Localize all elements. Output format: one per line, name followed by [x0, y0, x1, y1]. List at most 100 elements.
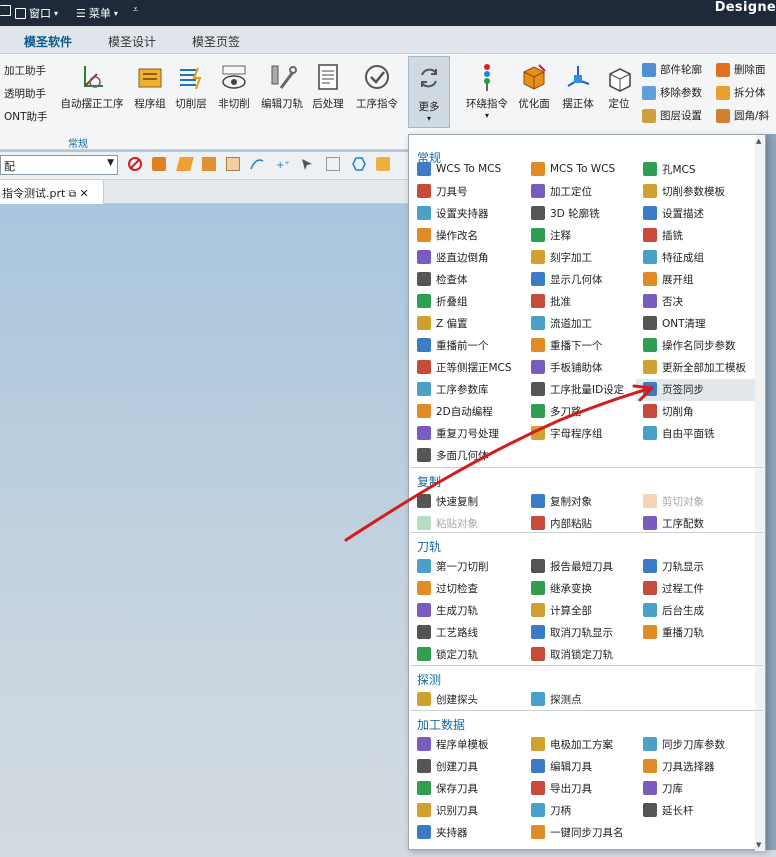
menu-scrollbar[interactable]: ▲ ▼ — [755, 135, 765, 851]
menu-item[interactable]: 创建探头 — [417, 689, 478, 709]
menu-item[interactable]: 重播刀轨 — [643, 622, 704, 642]
position-button[interactable]: 定位 — [602, 62, 636, 111]
menu-item[interactable]: 切削角 — [643, 401, 694, 421]
scroll-down-icon[interactable]: ▼ — [756, 841, 761, 849]
split-body-button[interactable]: 拆分体 — [716, 85, 766, 100]
menu-item[interactable]: 锁定刀轨 — [417, 644, 478, 664]
file-icon[interactable] — [0, 5, 11, 16]
menu-item[interactable]: 切削参数模板 — [643, 181, 725, 201]
menu-item[interactable]: 显示几何体 — [531, 269, 603, 289]
menu-item[interactable]: 后台生成 — [643, 600, 704, 620]
menu-item[interactable]: 剪切对象 — [643, 491, 704, 511]
curve-icon[interactable] — [250, 157, 264, 171]
tab-mosheng-tabs[interactable]: 模圣页签 — [192, 33, 240, 50]
menu-item[interactable]: 刀库 — [643, 778, 683, 798]
menu-item[interactable]: 粘贴对象 — [417, 513, 478, 533]
machining-assistant-button[interactable]: 加工助手 — [4, 63, 46, 78]
menu-item[interactable]: 导出刀具 — [531, 778, 592, 798]
close-icon[interactable]: ✕ — [79, 187, 88, 200]
menu-item[interactable]: 批准 — [531, 291, 571, 311]
menu-item[interactable]: 自由平面铣 — [643, 423, 715, 443]
menu-item[interactable]: 重复刀号处理 — [417, 423, 499, 443]
type-filter-dropdown[interactable]: 配 ▼ — [0, 155, 118, 175]
program-group-button[interactable]: 程序组 — [130, 62, 170, 111]
surround-command-button[interactable]: 环绕指令 ▾ — [462, 62, 512, 120]
menu-item[interactable]: 继承变换 — [531, 578, 592, 598]
sheet-body-icon[interactable] — [226, 157, 240, 171]
menu-item[interactable]: 程序单模板 — [417, 734, 489, 754]
auto-align-operation-button[interactable]: 自动摆正工序 — [60, 62, 124, 111]
menu-item[interactable]: 一键同步刀具名 — [531, 822, 624, 842]
layer-settings-button[interactable]: 图层设置 — [642, 108, 702, 123]
menu-item[interactable]: 操作名同步参数 — [643, 335, 736, 355]
menu-item[interactable]: 工艺路线 — [417, 622, 478, 642]
cut-levels-button[interactable]: 切削层 — [172, 62, 210, 111]
menu-item[interactable]: ONT清理 — [643, 313, 706, 333]
assembly-icon[interactable] — [376, 157, 390, 171]
operation-command-button[interactable]: 工序指令 — [352, 62, 402, 111]
menu-item[interactable]: WCS To MCS — [417, 159, 501, 179]
menu-item[interactable]: 内部粘贴 — [531, 513, 592, 533]
menu-item[interactable]: 取消锁定刀轨 — [531, 644, 613, 664]
menu-item[interactable]: Z 偏置 — [417, 313, 468, 333]
menu-item[interactable]: 过切检查 — [417, 578, 478, 598]
menu-item[interactable]: 探测点 — [531, 689, 582, 709]
menu-item[interactable]: 创建刀具 — [417, 756, 478, 776]
menu-item[interactable]: 加工定位 — [531, 181, 592, 201]
face-icon[interactable] — [176, 157, 194, 171]
menu-item[interactable]: 刀具选择器 — [643, 756, 715, 776]
menu-item[interactable]: 否决 — [643, 291, 683, 311]
no-entry-icon[interactable] — [128, 157, 142, 171]
delete-face-button[interactable]: 删除面 — [716, 62, 766, 77]
menu-item[interactable]: 展开组 — [643, 269, 694, 289]
menu-item[interactable]: 插铣 — [643, 225, 683, 245]
menu-item[interactable]: 识别刀具 — [417, 800, 478, 820]
file-tab[interactable]: 指令测试.prt ⧉ ✕ — [0, 180, 104, 204]
menu-item[interactable]: 手板铺助体 — [531, 357, 603, 377]
menu-item[interactable]: 刀具号 — [417, 181, 468, 201]
menu-item[interactable]: 设置描述 — [643, 203, 704, 223]
menu-item[interactable]: 复制对象 — [531, 491, 592, 511]
window-menu[interactable]: 窗口 ▾ — [15, 5, 58, 21]
menu-item[interactable]: 重播下一个 — [531, 335, 603, 355]
menu-item[interactable]: 注释 — [531, 225, 571, 245]
customize-quick-access-icon[interactable]: ⩡ — [133, 5, 138, 15]
menu-item[interactable]: 工序配数 — [643, 513, 704, 533]
menu-item[interactable]: 重播前一个 — [417, 335, 489, 355]
menu-item[interactable]: 特征成组 — [643, 247, 704, 267]
menu-item[interactable]: 刀柄 — [531, 800, 571, 820]
more-button[interactable]: 更多 ▾ — [408, 56, 450, 128]
menu-item[interactable]: 电极加工方案 — [531, 734, 613, 754]
menu-item[interactable]: 第一刀切削 — [417, 556, 489, 576]
menu-item[interactable]: 多面几何体 — [417, 445, 489, 465]
part-contour-button[interactable]: 部件轮廓 — [642, 62, 702, 77]
edit-toolpath-button[interactable]: 编辑刀轨 — [258, 62, 306, 111]
menu-item[interactable]: 页签同步 — [643, 379, 704, 399]
menu-item[interactable]: 过程工件 — [643, 578, 704, 598]
transparent-assistant-button[interactable]: 透明助手 — [4, 86, 46, 101]
tab-mosheng-software[interactable]: 模圣软件 — [11, 33, 85, 58]
menu-item[interactable]: 竖直边倒角 — [417, 247, 489, 267]
optimize-face-button[interactable]: 优化面 — [514, 62, 554, 111]
menu-item[interactable]: 夹持器 — [417, 822, 468, 842]
menu-item[interactable]: 计算全部 — [531, 600, 592, 620]
menu-item[interactable]: 设置夹持器 — [417, 203, 489, 223]
menu-item[interactable]: MCS To WCS — [531, 159, 615, 179]
menu-item[interactable]: 字母程序组 — [531, 423, 603, 443]
menu-item[interactable]: 工序批量ID设定 — [531, 379, 624, 399]
menu-item[interactable]: 更新全部加工模板 — [643, 357, 746, 377]
selection-box-icon[interactable] — [326, 157, 340, 171]
menu-item[interactable]: 流道加工 — [531, 313, 592, 333]
menu-item[interactable]: 操作改名 — [417, 225, 478, 245]
menu-item[interactable]: 生成刀轨 — [417, 600, 478, 620]
menu-item[interactable]: 折叠组 — [417, 291, 468, 311]
menu-item[interactable]: 工序参数库 — [417, 379, 489, 399]
align-body-button[interactable]: 摆正体 — [558, 62, 598, 111]
menu-item[interactable]: 刀轨显示 — [643, 556, 704, 576]
remove-params-button[interactable]: 移除参数 — [642, 85, 702, 100]
menu-item[interactable]: 多刀路 — [531, 401, 582, 421]
feature-icon[interactable] — [202, 157, 216, 171]
ont-assistant-button[interactable]: ONT助手 — [4, 109, 48, 124]
tab-mosheng-design[interactable]: 模圣设计 — [108, 33, 156, 50]
external-link-icon[interactable]: ⧉ — [69, 189, 76, 200]
